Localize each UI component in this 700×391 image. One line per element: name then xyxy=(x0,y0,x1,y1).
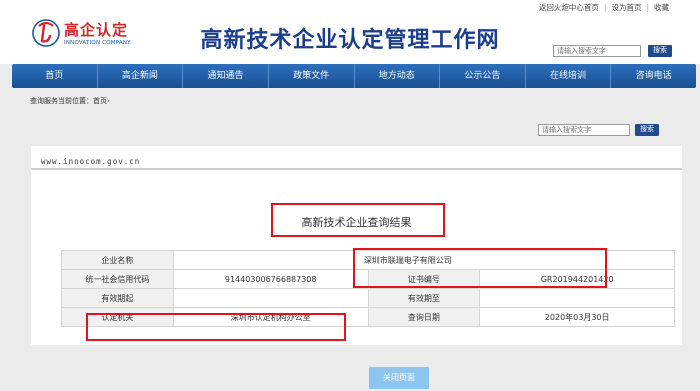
value-authority: 深圳市认定机构办公室 xyxy=(172,307,369,327)
content-search-input[interactable] xyxy=(538,124,630,136)
content-search-button[interactable]: 搜索 xyxy=(635,124,659,136)
value-query-date: 2020年03月30日 xyxy=(479,307,675,327)
divider: | xyxy=(603,3,607,12)
result-panel: www.innocom.gov.cn 高新技术企业查询结果 企业名称 深圳市联瑞… xyxy=(31,146,682,345)
label-credit-code: 统一社会信用代码 xyxy=(61,269,174,289)
close-page-button[interactable]: 关闭页面 xyxy=(369,367,429,389)
value-credit-code: 914403006766887308 xyxy=(172,269,369,289)
result-table: 企业名称 深圳市联瑞电子有限公司 统一社会信用代码 91440300676688… xyxy=(61,250,676,327)
result-title: 高新技术企业查询结果 xyxy=(301,216,412,229)
table-row: 企业名称 深圳市联瑞电子有限公司 xyxy=(61,250,676,270)
label-valid-to: 有效期至 xyxy=(367,288,481,308)
label-certificate-number: 证书编号 xyxy=(367,269,481,289)
link-torch-home[interactable]: 返回火炬中心首页 xyxy=(539,3,599,12)
breadcrumb-prefix: 查询服务当前位置： xyxy=(30,97,93,105)
label-valid-from: 有效期起 xyxy=(61,288,174,308)
table-row: 统一社会信用代码 914403006766887308 证书编号 GR20194… xyxy=(61,269,675,289)
divider: | xyxy=(646,3,649,12)
nav-training[interactable]: 在线培训 xyxy=(526,64,612,88)
label-company-name: 企业名称 xyxy=(61,250,174,270)
nav-local-news[interactable]: 地方动态 xyxy=(355,64,441,88)
header-search-input[interactable] xyxy=(553,45,641,57)
nav-policies[interactable]: 政策文件 xyxy=(269,64,355,88)
nav-contact[interactable]: 咨询电话 xyxy=(611,64,696,88)
link-set-homepage[interactable]: 设为首页 xyxy=(611,3,641,12)
nav-notices[interactable]: 通知通告 xyxy=(183,64,269,88)
nav-announcements[interactable]: 公示公告 xyxy=(440,64,526,88)
table-row: 有效期起 有效期至 xyxy=(61,288,675,308)
nav-home[interactable]: 首页 xyxy=(12,64,98,88)
value-valid-to xyxy=(479,288,675,308)
domain-label: www.innocom.gov.cn xyxy=(41,157,141,166)
top-links: 返回火炬中心首页 | 设为首页 | 收藏 xyxy=(539,2,669,13)
label-authority: 认定机关 xyxy=(61,307,174,327)
value-company-name: 深圳市联瑞电子有限公司 xyxy=(172,250,676,270)
value-valid-from xyxy=(172,288,369,308)
divider xyxy=(31,168,682,170)
nav-news[interactable]: 高企新闻 xyxy=(98,64,184,88)
breadcrumb-separator: › xyxy=(107,97,110,105)
site-header: 高企认定 INNOVATION COMPANY 高新技术企业认定管理工作网 返回… xyxy=(0,0,700,64)
value-certificate-number: GR201944201420 xyxy=(479,269,675,289)
header-search-button[interactable]: 搜索 xyxy=(648,45,672,57)
breadcrumb-home[interactable]: 首页 xyxy=(93,97,107,105)
breadcrumb: 查询服务当前位置：首页› xyxy=(30,96,110,106)
link-favorite[interactable]: 收藏 xyxy=(654,3,669,12)
label-query-date: 查询日期 xyxy=(367,307,481,327)
main-nav: 首页 高企新闻 通知通告 政策文件 地方动态 公示公告 在线培训 咨询电话 xyxy=(12,64,696,88)
table-row: 认定机关 深圳市认定机构办公室 查询日期 2020年03月30日 xyxy=(61,307,675,327)
